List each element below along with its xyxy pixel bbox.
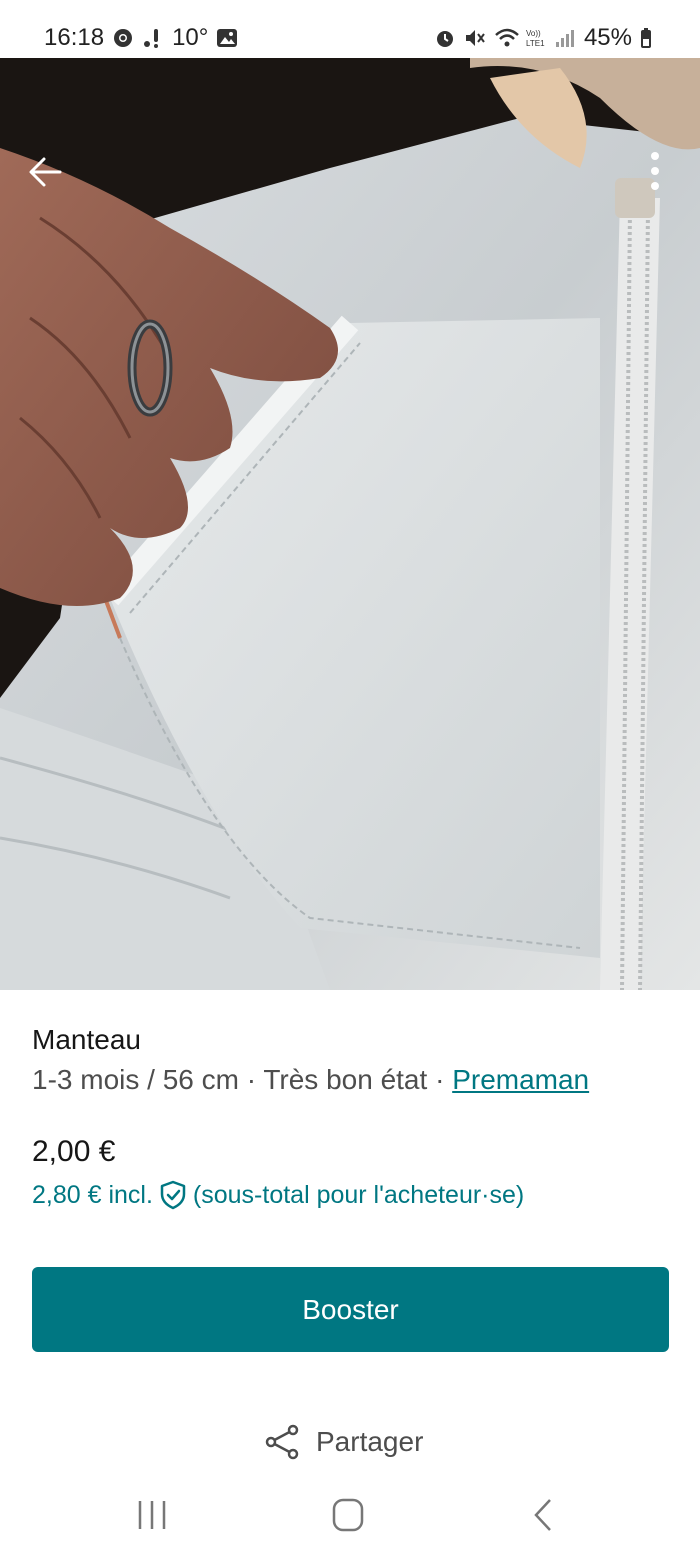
notification-icon (142, 27, 164, 49)
brand-link[interactable]: Premaman (452, 1064, 589, 1095)
recent-apps-icon (138, 1501, 166, 1529)
share-button[interactable]: Partager (262, 1418, 423, 1466)
recent-apps-button[interactable] (122, 1495, 182, 1535)
alarm-icon (434, 27, 456, 49)
status-temperature: 10° (172, 24, 209, 51)
item-photo-gallery[interactable] (0, 58, 700, 990)
item-photo (0, 58, 700, 990)
signal-icon (554, 27, 576, 49)
system-nav-bar (0, 1475, 700, 1556)
status-battery: 45% (583, 24, 632, 51)
item-title: Manteau (32, 1024, 141, 1055)
item-condition: Très bon état (263, 1064, 428, 1095)
price-incl: 2,80 € incl. (32, 1180, 153, 1209)
more-vertical-icon (651, 152, 659, 190)
battery-icon (640, 27, 652, 49)
share-label: Partager (316, 1426, 424, 1457)
status-time: 16:18 (44, 24, 105, 51)
volte-icon: Vo)) LTE1 (524, 27, 546, 49)
item-meta: 1-3 mois / 56 cm · Très bon état · Prema… (32, 1064, 590, 1095)
chrome-icon (112, 27, 134, 49)
system-back-button[interactable] (514, 1495, 574, 1535)
arrow-left-icon (29, 157, 62, 187)
item-detail-screen: 16:18 10° Vo)) LTE1 45% Manteau 1-3 mois… (0, 0, 700, 1556)
home-icon (332, 1498, 364, 1532)
share-icon (265, 1424, 299, 1460)
status-bar: 16:18 10° Vo)) LTE1 45% (0, 0, 700, 58)
item-price: 2,00 € (32, 1135, 116, 1168)
mute-icon (464, 27, 486, 49)
price-incl-note: (sous-total pour l'acheteur·se) (192, 1180, 525, 1209)
back-button[interactable] (22, 148, 70, 196)
boost-button[interactable]: Booster (32, 1267, 669, 1352)
svg-text:Vo)): Vo)) (526, 29, 541, 38)
gallery-icon (216, 27, 238, 49)
chevron-left-icon (534, 1499, 551, 1531)
home-button[interactable] (318, 1495, 378, 1535)
more-options-button[interactable] (640, 146, 670, 196)
wifi-icon (494, 27, 519, 49)
svg-text:LTE1: LTE1 (526, 39, 545, 48)
item-size: 1-3 mois / 56 cm (32, 1064, 239, 1095)
shield-check-icon (160, 1180, 186, 1210)
buyer-price-info[interactable]: 2,80 € incl. (sous-total pour l'acheteur… (32, 1180, 524, 1210)
